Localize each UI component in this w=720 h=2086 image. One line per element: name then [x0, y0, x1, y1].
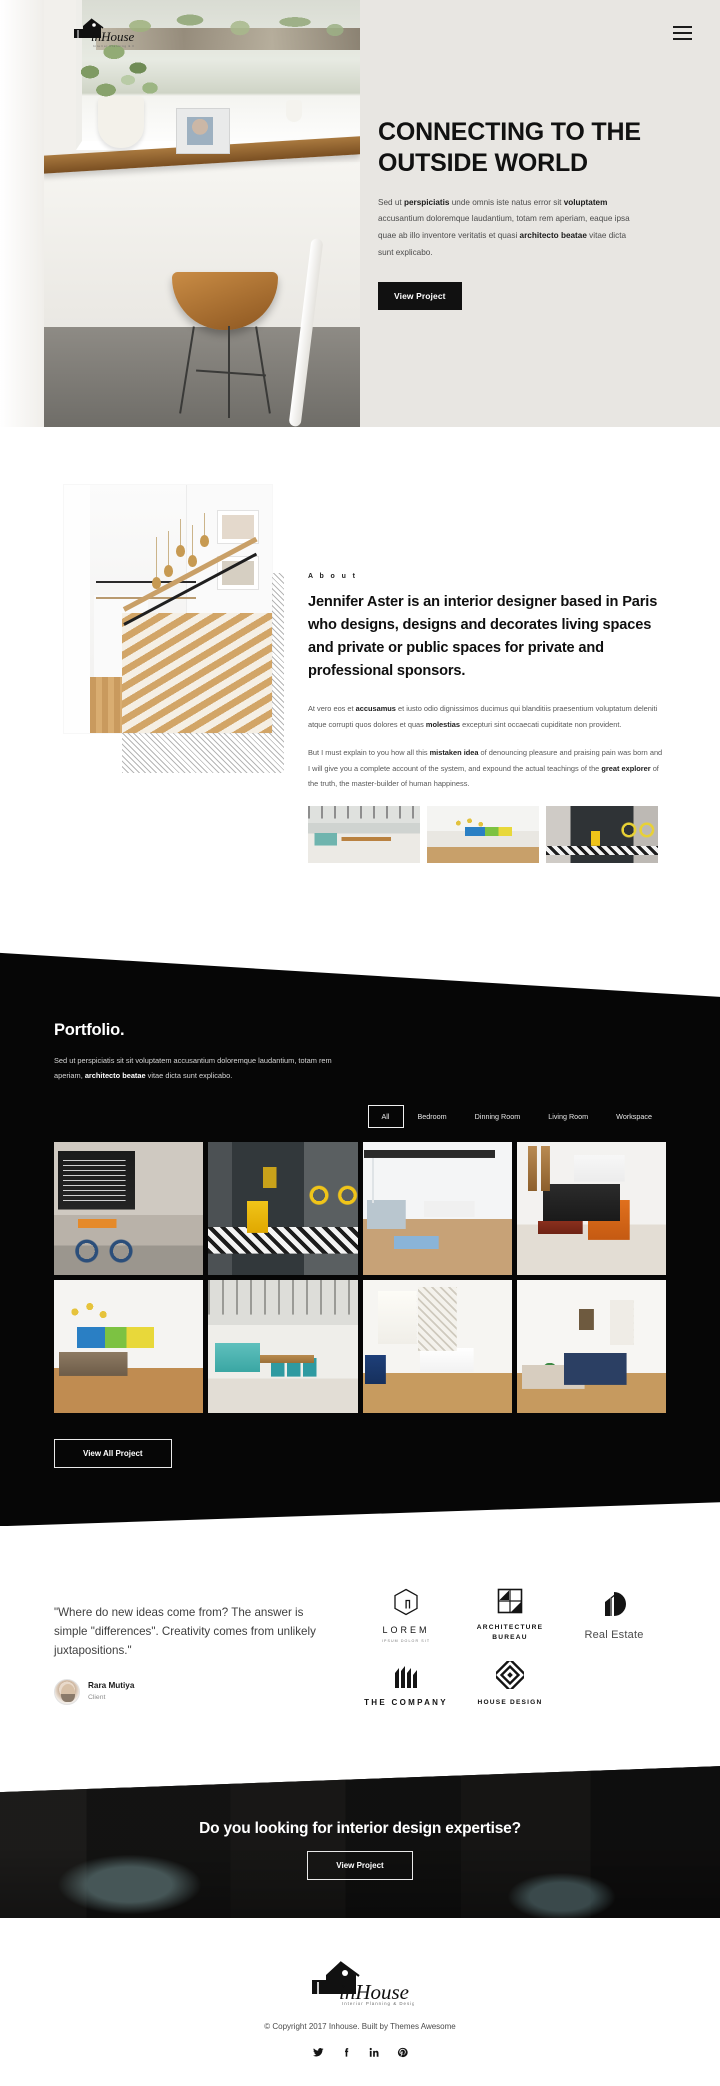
svg-text:Interior Planning & Design: Interior Planning & Design [342, 2001, 414, 2006]
building-circle-icon [601, 1590, 627, 1623]
pinterest-icon[interactable] [397, 2047, 408, 2058]
client-logo-house-design[interactable]: HOUSE DESIGN [477, 1658, 543, 1708]
about-section: A b o u t Jennifer Aster is an interior … [0, 427, 720, 983]
portfolio-filter-bar: All Bedroom Dinning Room Living Room Wor… [54, 1105, 666, 1128]
client-logo-lorem[interactable]: LOREM IPSUM DOLOR SIT [382, 1588, 430, 1643]
portfolio-item-kitchen-bar-mural[interactable] [54, 1280, 203, 1413]
skyline-bars-icon [392, 1663, 420, 1694]
portfolio-item-dark-wall-yellow-chair[interactable] [208, 1142, 357, 1275]
client-logo-architecture-bureau[interactable]: ARCHITECTURE BUREAU [458, 1588, 562, 1643]
hero-section: inHouse Interior Planning & Design CONNE… [0, 0, 720, 427]
portfolio-subtitle: Sed ut perspiciatis sit sit voluptatem a… [54, 1055, 332, 1081]
hexagon-house-icon [393, 1588, 419, 1621]
about-eyebrow: A b o u t [308, 573, 358, 580]
view-all-project-button[interactable]: View All Project [54, 1439, 172, 1468]
portfolio-title: Portfolio. [54, 1020, 125, 1039]
facebook-icon[interactable] [341, 2047, 352, 2058]
about-thumbnail-row [308, 805, 666, 863]
portfolio-filter-all[interactable]: All [368, 1105, 404, 1128]
testimonial-author-name: Rara Mutiya [88, 1681, 135, 1691]
hero-photo [0, 0, 360, 427]
portfolio-item-loft-dining-teal[interactable] [208, 1280, 357, 1413]
portfolio-filter-bedroom[interactable]: Bedroom [404, 1105, 461, 1128]
about-thumbnail[interactable] [427, 805, 539, 863]
about-paragraph-1: At vero eos et accusamus et iusto odio d… [308, 704, 658, 729]
client-logo-sublabel: IPSUM DOLOR SIT [381, 1639, 431, 1644]
portfolio-item-white-loft-office[interactable] [363, 1142, 512, 1275]
about-figure [54, 485, 286, 863]
about-body: A b o u t Jennifer Aster is an interior … [286, 485, 666, 863]
client-logo-label: LOREM [382, 1625, 430, 1636]
client-logo-label: THE COMPANY [364, 1697, 448, 1707]
footer: inHouse Interior Planning & Design © Cop… [0, 1918, 720, 2086]
linkedin-icon[interactable] [369, 2047, 380, 2058]
diamond-maze-icon [492, 1658, 528, 1694]
svg-text:Interior Planning & Design: Interior Planning & Design [93, 44, 134, 48]
hero-description: Sed ut perspiciatis unde omnis iste natu… [378, 197, 630, 258]
hero-view-project-button[interactable]: View Project [378, 281, 462, 310]
hero-title: CONNECTING TO THE OUTSIDE WORLD [378, 118, 641, 178]
testimonial-section: "Where do new ideas come from? The answe… [0, 1526, 720, 1767]
cta-title: Do you looking for interior design exper… [199, 1820, 521, 1838]
testimonial-quote: "Where do new ideas come from? The answe… [54, 1606, 316, 1657]
portfolio-item-living-room-snowshoes[interactable] [517, 1142, 666, 1275]
client-logo-label: ARCHITECTURE BUREAU [476, 1624, 544, 1642]
about-thumbnail[interactable] [546, 805, 658, 863]
portfolio-filter-living-room[interactable]: Living Room [534, 1105, 602, 1128]
testimonial-author-block: Rara Mutiya Client [54, 1678, 336, 1705]
hero-content: CONNECTING TO THE OUTSIDE WORLD Sed ut p… [378, 0, 720, 427]
footer-social-links [0, 2047, 720, 2058]
portfolio-filter-workspace[interactable]: Workspace [602, 1105, 666, 1128]
portfolio-filter-dinning-room[interactable]: Dinning Room [461, 1105, 535, 1128]
cta-view-project-button[interactable]: View Project [307, 1851, 413, 1881]
portfolio-item-bright-room-plants[interactable] [363, 1280, 512, 1413]
cta-section: Do you looking for interior design exper… [0, 1766, 720, 1919]
client-logo-label: Real Estate [584, 1629, 644, 1642]
twitter-icon[interactable] [312, 2047, 324, 2058]
portfolio-grid [54, 1142, 666, 1413]
client-logo-the-company[interactable]: THE COMPANY [364, 1663, 448, 1707]
footer-copyright: © Copyright 2017 Inhouse. Built by Theme… [264, 2022, 456, 2032]
about-main-photo [64, 485, 272, 733]
avatar [54, 1678, 80, 1705]
site-logo[interactable]: inHouse Interior Planning & Design [70, 16, 134, 52]
landing-page: inHouse Interior Planning & Design CONNE… [0, 0, 720, 2086]
about-thumbnail[interactable] [308, 805, 420, 863]
portfolio-section: Portfolio. Sed ut perspiciatis sit sit v… [0, 925, 720, 1526]
portfolio-item-industrial-cafe-bikes[interactable] [54, 1142, 203, 1275]
about-heading: Jennifer Aster is an interior designer b… [308, 594, 658, 680]
portfolio-item-white-bedroom[interactable] [517, 1280, 666, 1413]
testimonial-author-role: Client [88, 1693, 106, 1701]
footer-logo[interactable]: inHouse Interior Planning & Design [0, 1958, 720, 2006]
square-split-icon [497, 1588, 523, 1619]
svg-text:inHouse: inHouse [91, 29, 134, 44]
client-logo-real-estate[interactable]: Real Estate [584, 1590, 643, 1641]
about-paragraph-2: But I must explain to you how all this m… [308, 748, 663, 789]
client-logo-grid: LOREM IPSUM DOLOR SIT ARCHITECTURE BUREA… [336, 1588, 666, 1708]
client-logo-label: HOUSE DESIGN [477, 1699, 543, 1707]
